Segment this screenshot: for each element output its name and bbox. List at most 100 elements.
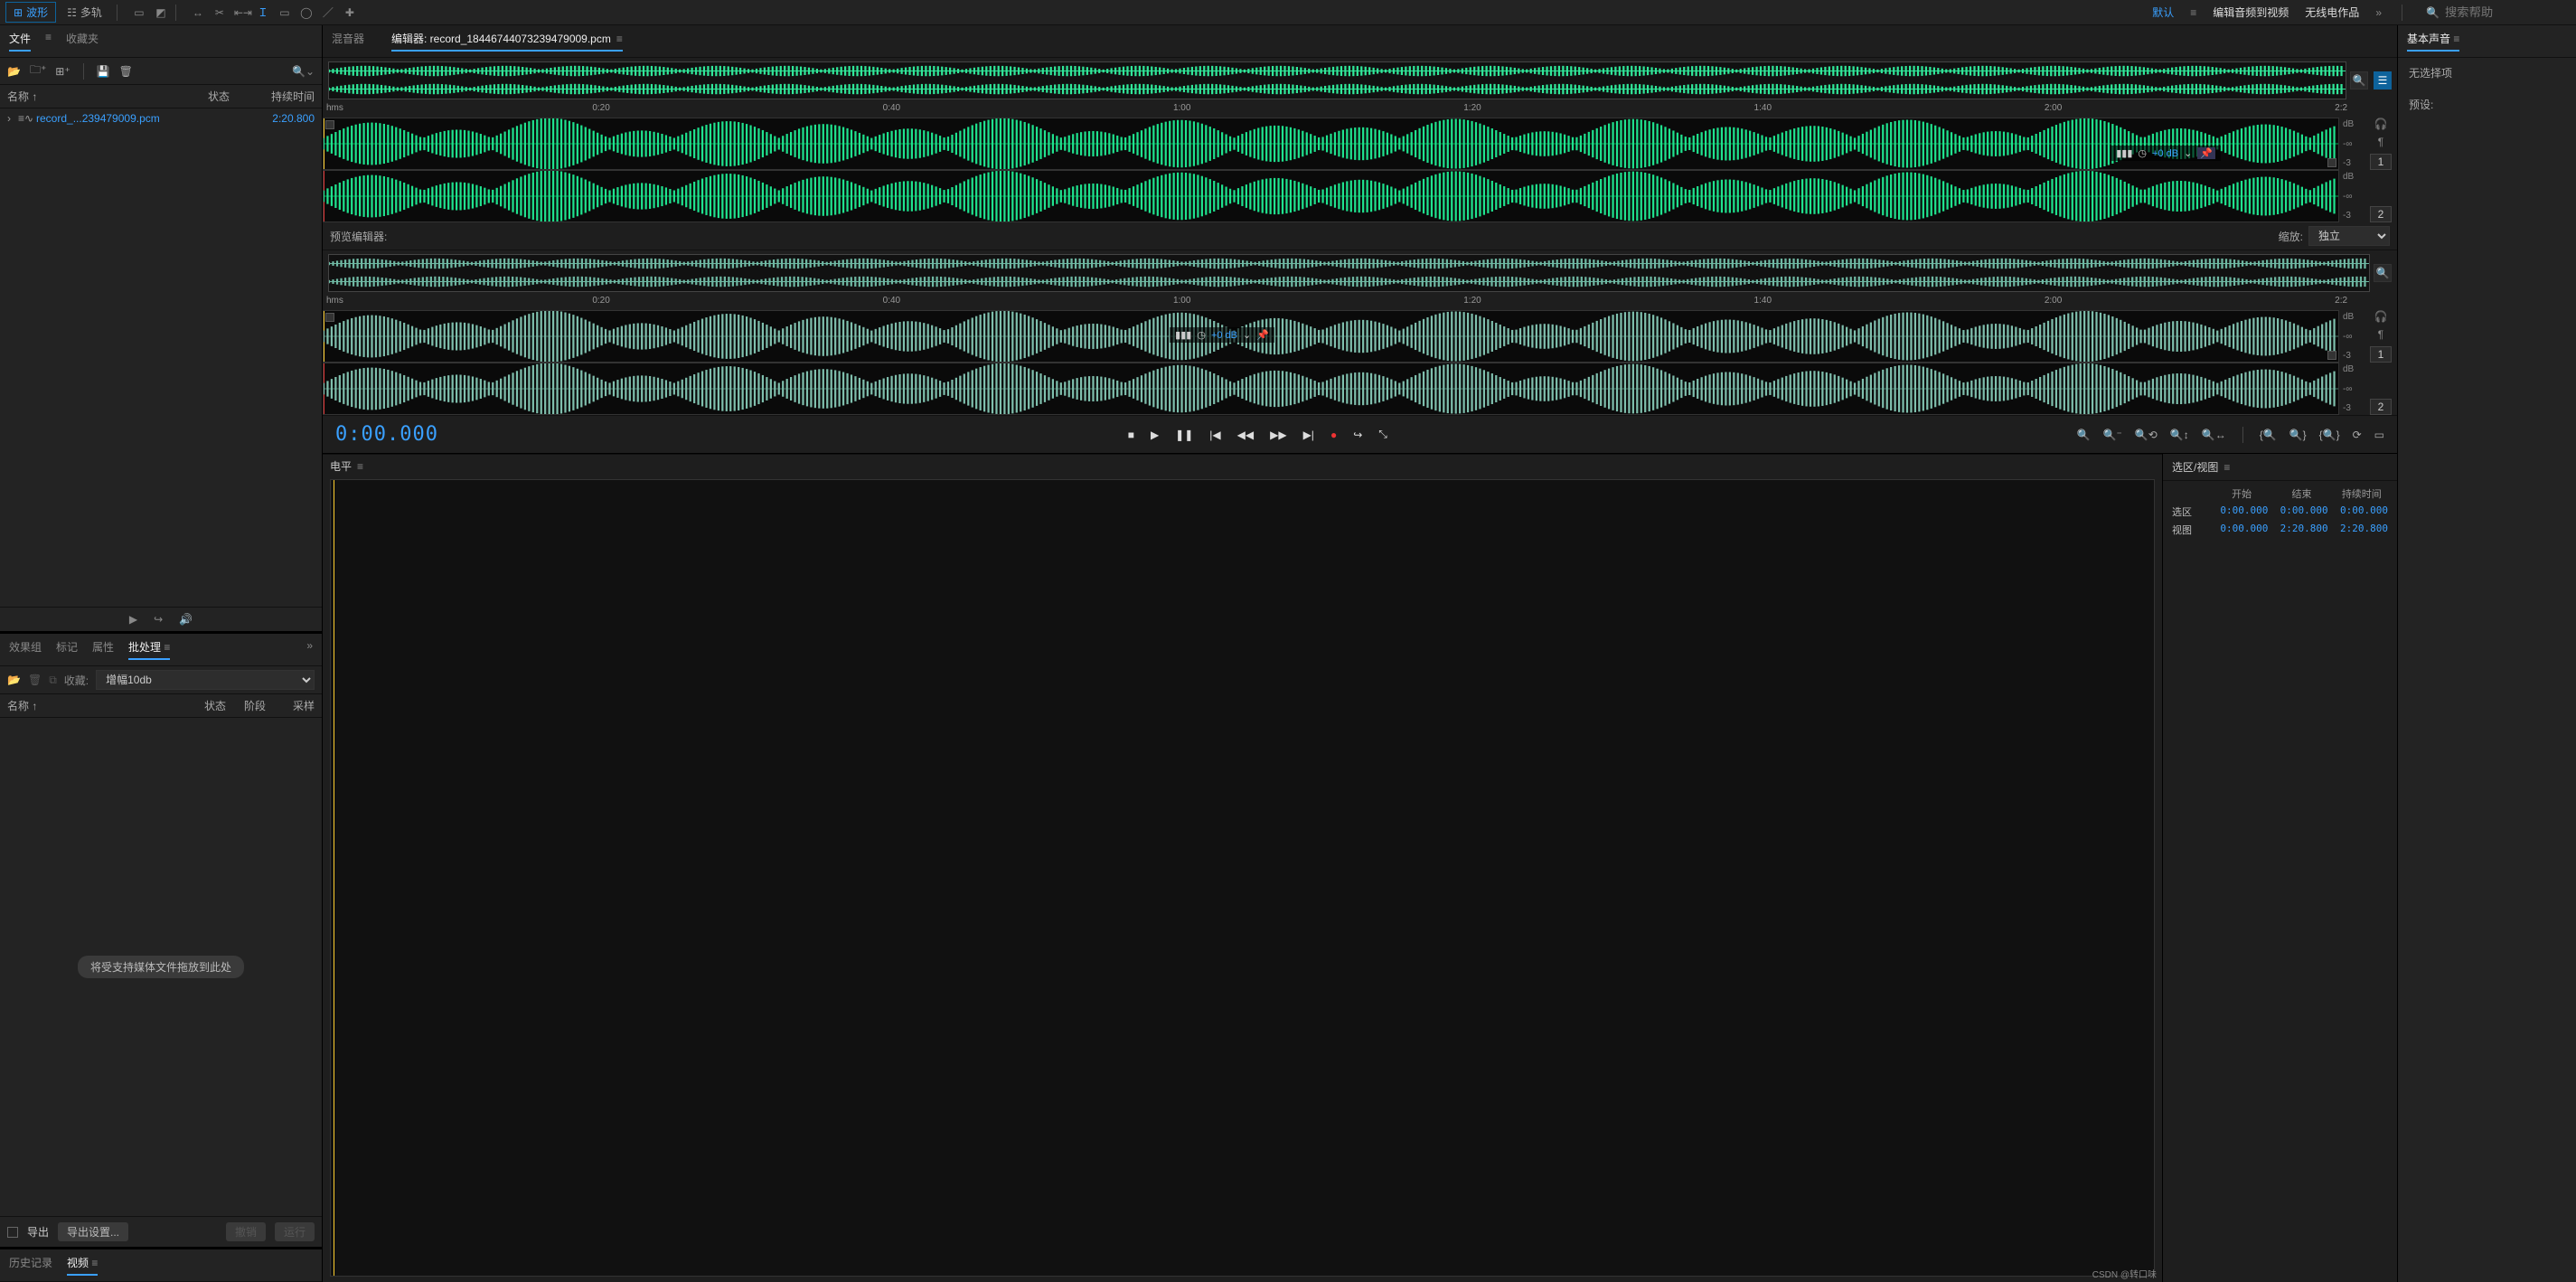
levels-meter[interactable] [330,479,2155,1277]
editor-channel-2-waveform[interactable] [323,170,2339,222]
play-icon[interactable]: ▶ [129,613,137,626]
preview-volume-hud[interactable]: ▮▮▮ ◷ +0 dB ⌄ 📌 [1170,327,1274,343]
refresh-icon[interactable]: ⟳ [2353,429,2362,441]
view-dur[interactable]: 2:20.800 [2336,523,2388,537]
batch-col-name[interactable]: 名称 ↑ [7,698,204,713]
record-new-icon[interactable]: 🗀⁺ [30,61,46,80]
workspace-menu-icon[interactable]: ≡ [2190,6,2196,19]
go-end-button[interactable]: ▶| [1303,429,1314,441]
skip-selection-button[interactable]: ⤡ [1378,428,1387,441]
overview-search-icon[interactable]: 🔍 [2374,264,2392,282]
marquee-tool-icon[interactable]: ▭ [277,6,292,19]
volume-hud[interactable]: ▮▮▮ ◷ +0 dB ⌄ 📌 [2111,146,2221,161]
rewind-button[interactable]: ◀◀ [1237,429,1254,441]
tab-essential-sound[interactable]: 基本声音 ≡ [2407,31,2459,52]
preview-zoom-dropdown[interactable]: 独立 [2308,226,2390,246]
brush-tool-icon[interactable]: ／ [321,5,335,20]
help-search-input[interactable] [2445,5,2571,19]
headphone-icon[interactable]: 🎧 [2374,118,2388,130]
editor-tab-menu-icon[interactable]: ≡ [616,33,623,45]
batch-col-status[interactable]: 状态 [204,698,244,713]
corner-handle-icon[interactable] [2327,351,2336,360]
files-panel-menu-icon[interactable]: ≡ [45,31,52,52]
preview-channel-2-waveform[interactable] [323,363,2339,415]
tab-effects-group[interactable]: 效果组 [9,639,42,660]
new-multitrack-icon[interactable]: ⊞⁺ [55,65,70,78]
waveform-mode-button[interactable]: ⊞ 波形 [5,2,56,23]
tab-batch[interactable]: 批处理 ≡ [128,639,170,660]
workspace-edit-to-video[interactable]: 编辑音频到视频 [2213,5,2289,20]
open-file-icon[interactable]: 📂 [7,674,21,686]
slip-tool-icon[interactable]: ⇤⇥ [234,6,249,19]
pin-icon[interactable]: 📌 [1256,329,1269,341]
file-row[interactable]: › ≡∿ record_...239479009.pcm 2:20.800 [0,108,322,128]
forward-button[interactable]: ▶▶ [1270,429,1286,441]
spectral-pitch-icon[interactable]: ◩ [154,6,168,19]
files-col-status[interactable]: 状态 [208,89,251,104]
move-tool-icon[interactable]: ↔ [191,6,205,19]
expand-icon[interactable]: › [7,112,18,125]
run-button[interactable]: 运行 [275,1222,315,1241]
tab-properties[interactable]: 属性 [92,639,114,660]
tuning-fork-icon[interactable]: ¶ [2378,136,2383,148]
batch-col-sample[interactable]: 采样 [284,698,315,713]
files-col-duration[interactable]: 持续时间 [251,89,315,104]
sel-end[interactable]: 0:00.000 [2275,504,2327,519]
auto-play-icon[interactable]: 🔊 [179,613,193,626]
workspace-overflow-icon[interactable]: » [2375,6,2382,19]
heal-tool-icon[interactable]: ✚ [343,6,357,19]
tab-files[interactable]: 文件 [9,31,31,52]
loop-button[interactable]: ↪ [1353,429,1362,441]
zoom-amp-in-icon[interactable]: 🔍↕ [2170,429,2189,441]
preview-time-ruler[interactable]: hms 0:20 0:40 1:00 1:20 1:40 2:00 2:2 [323,296,2397,310]
zoom-sel-out-icon[interactable]: 🔍} [2289,429,2307,441]
lasso-tool-icon[interactable]: ◯ [299,6,314,19]
sel-start[interactable]: 0:00.000 [2215,504,2268,519]
import-cd-icon[interactable]: 💾 [97,65,110,78]
link-time-icon[interactable]: ▭ [2374,429,2384,441]
delete-icon[interactable]: 🗑 [119,65,133,78]
editor-channel-1-waveform[interactable]: ▮▮▮ ◷ +0 dB ⌄ 📌 [323,118,2339,170]
overview-waveform[interactable] [328,61,2346,99]
essential-sound-menu-icon[interactable]: ≡ [2453,33,2459,45]
tuning-fork-icon[interactable]: ¶ [2378,328,2383,341]
selection-view-menu-icon[interactable]: ≡ [2223,461,2230,474]
delete-icon[interactable]: 🗑 [28,674,42,686]
copy-icon[interactable]: ⧉ [49,674,57,687]
zoom-reset-icon[interactable]: 🔍⟲ [2135,429,2158,441]
files-col-name[interactable]: 名称 ↑ [7,89,208,104]
preview-channel-1-waveform[interactable]: ▮▮▮ ◷ +0 dB ⌄ 📌 [323,310,2339,363]
pin-icon[interactable]: 📌 [2197,147,2215,159]
chevron-down-icon[interactable]: ⌄ [1243,329,1251,341]
multitrack-mode-button[interactable]: ☷ 多轨 [60,3,109,22]
view-end[interactable]: 2:20.800 [2275,523,2327,537]
undo-button[interactable]: 撤销 [226,1222,266,1241]
preview-overview-waveform[interactable] [328,254,2370,292]
channel-badge-2[interactable]: 2 [2370,399,2393,415]
tab-favorites[interactable]: 收藏夹 [66,31,99,52]
loop-icon[interactable]: ↪ [154,613,163,626]
channel-badge-2[interactable]: 2 [2370,206,2393,222]
tab-markers[interactable]: 标记 [56,639,78,660]
open-file-icon[interactable]: 📂 [7,65,21,78]
corner-handle-icon[interactable] [2327,158,2336,167]
zoom-sel-in-icon[interactable]: {🔍 [2260,429,2277,441]
tab-mixer[interactable]: 混音器 [332,31,364,52]
channel-badge-1[interactable]: 1 [2370,154,2393,170]
video-panel-menu-icon[interactable]: ≡ [91,1257,98,1269]
levels-menu-icon[interactable]: ≡ [357,460,363,473]
transport-time[interactable]: 0:00.000 [335,423,438,446]
favorites-dropdown[interactable]: 增幅10db [96,670,315,690]
overview-search-icon[interactable]: 🔍 [2350,71,2368,90]
razor-tool-icon[interactable]: ✂ [212,6,227,19]
view-start[interactable]: 0:00.000 [2215,523,2268,537]
workspace-default[interactable]: 默认 [2152,5,2174,20]
tab-history[interactable]: 历史记录 [9,1255,52,1276]
export-checkbox[interactable] [7,1227,18,1238]
play-button[interactable]: ▶ [1151,429,1159,441]
pause-button[interactable]: ❚❚ [1175,429,1193,441]
zoom-full-icon[interactable]: {🔍} [2319,429,2340,441]
editor-time-ruler[interactable]: hms 0:20 0:40 1:00 1:20 1:40 2:00 2:2 [323,103,2397,118]
headphone-icon[interactable]: 🎧 [2374,310,2388,323]
channel-badge-1[interactable]: 1 [2370,346,2393,363]
